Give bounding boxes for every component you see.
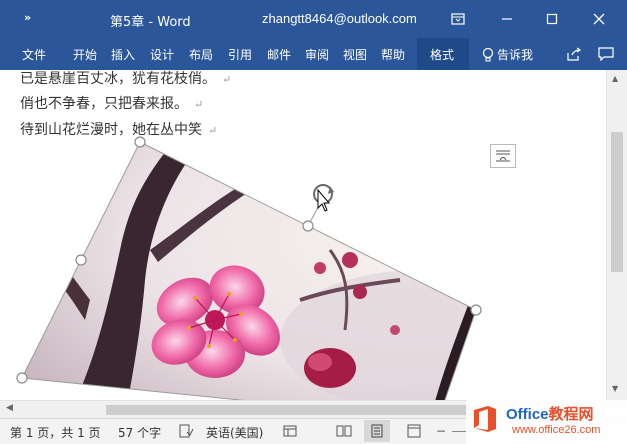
title-bar: » 第5章 - Word zhangtt8464@outlook.com <box>0 0 627 38</box>
tab-references[interactable]: 引用 <box>228 46 252 63</box>
resize-handle[interactable] <box>302 220 314 232</box>
site-watermark: Office教程网 www.office26.com <box>466 400 627 444</box>
web-layout-icon[interactable] <box>406 423 422 439</box>
vertical-scrollbar[interactable]: ▲ ▼ <box>606 70 627 400</box>
watermark-brand: Office教程网 <box>506 406 594 423</box>
scroll-up-icon[interactable]: ▲ <box>612 74 618 83</box>
document-canvas[interactable]: 已是悬崖百丈冰，犹有花枝俏。 ↵ 俏也不争春，只把春来报。 ↵ 待到山花烂漫时，她在… <box>0 70 606 400</box>
tab-format[interactable]: 格式 <box>417 38 469 70</box>
resize-handle[interactable] <box>134 136 146 148</box>
macro-record-icon[interactable] <box>282 423 298 439</box>
zoom-out-icon[interactable]: − <box>436 424 446 438</box>
tab-review[interactable]: 审阅 <box>305 46 329 63</box>
resize-handle[interactable] <box>470 304 482 316</box>
watermark-url: www.office26.com <box>512 424 601 436</box>
language-indicator[interactable]: 英语(美国) <box>206 424 263 441</box>
scroll-left-icon[interactable]: ◀ <box>6 403 13 413</box>
tab-file[interactable]: 文件 <box>22 46 46 63</box>
close-icon[interactable] <box>587 7 611 31</box>
share-icon[interactable] <box>562 42 586 66</box>
layout-options-button[interactable] <box>490 144 516 168</box>
tab-home[interactable]: 开始 <box>73 46 97 63</box>
vertical-scroll-thumb[interactable] <box>611 132 623 272</box>
tab-help[interactable]: 帮助 <box>381 46 405 63</box>
tab-design[interactable]: 设计 <box>150 46 174 63</box>
account-name[interactable]: zhangtt8464@outlook.com <box>262 11 417 26</box>
rotate-handle-icon[interactable] <box>313 184 334 212</box>
tab-format-label: 格式 <box>430 48 455 62</box>
comments-icon[interactable] <box>594 42 618 66</box>
ribbon-display-options-icon[interactable] <box>446 7 470 31</box>
horizontal-scroll-thumb[interactable] <box>106 405 496 415</box>
tab-mailings[interactable]: 邮件 <box>267 46 291 63</box>
tell-me-label: 告诉我 <box>497 48 534 62</box>
rotated-picture[interactable] <box>0 70 606 400</box>
read-mode-icon[interactable] <box>336 423 352 439</box>
tell-me-search[interactable]: 告诉我 <box>482 46 533 63</box>
word-count[interactable]: 57 个字 <box>118 424 161 441</box>
minimize-icon[interactable] <box>495 7 519 31</box>
document-title: 第5章 - Word <box>110 15 191 30</box>
print-layout-button[interactable] <box>364 420 390 442</box>
quick-access-toolbar-button[interactable]: » <box>24 11 31 24</box>
page-count[interactable]: 第 1 页，共 1 页 <box>10 424 101 441</box>
layout-options-icon <box>496 150 510 162</box>
resize-handle[interactable] <box>16 372 28 384</box>
scroll-down-icon[interactable]: ▼ <box>612 384 618 393</box>
tab-view[interactable]: 视图 <box>343 46 367 63</box>
maximize-icon[interactable] <box>540 7 564 31</box>
ribbon-tab-bar: 文件 开始 插入 设计 布局 引用 邮件 审阅 视图 帮助 格式 告诉我 <box>0 38 627 70</box>
office-logo-icon <box>474 406 496 432</box>
print-layout-icon <box>371 424 383 438</box>
tab-layout[interactable]: 布局 <box>189 46 213 63</box>
resize-handle[interactable] <box>75 254 87 266</box>
tab-insert[interactable]: 插入 <box>111 46 135 63</box>
proofing-icon[interactable] <box>178 423 194 439</box>
lightbulb-icon <box>482 47 494 61</box>
